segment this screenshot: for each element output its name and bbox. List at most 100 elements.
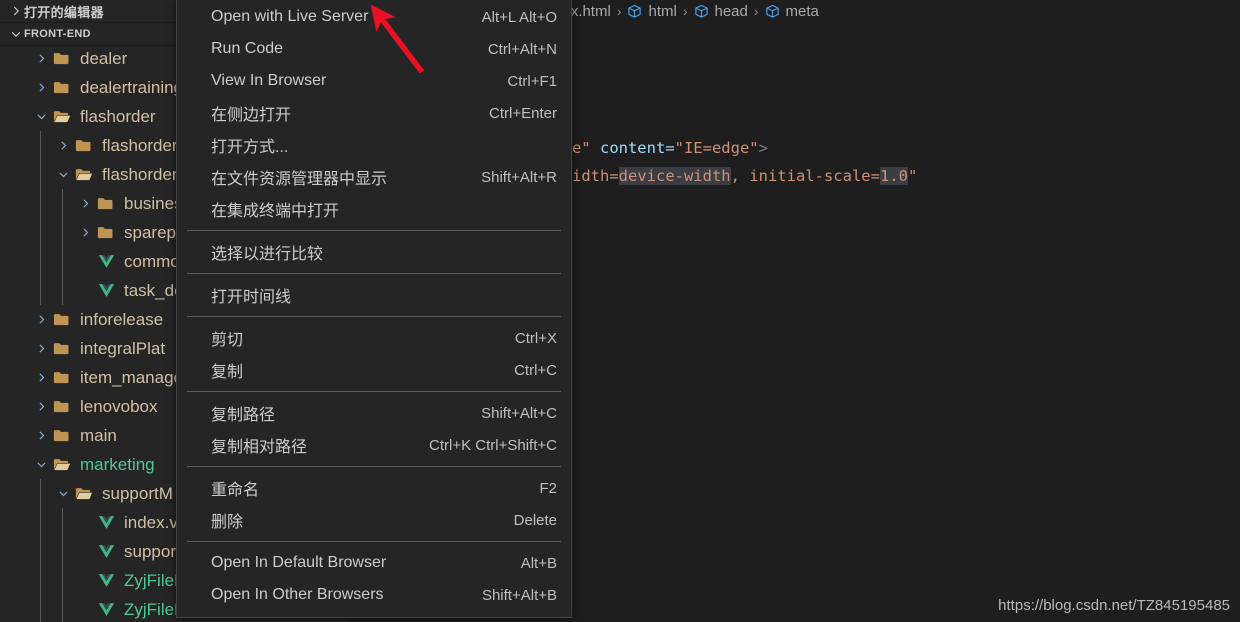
breadcrumb-item[interactable]: html — [627, 3, 676, 20]
watermark-text: https://blog.csdn.net/TZ845195485 — [998, 597, 1230, 614]
tree-item-label: dealer — [80, 49, 127, 69]
menu-item-label: 选择以进行比较 — [211, 240, 539, 264]
menu-item-label: 在侧边打开 — [211, 101, 471, 125]
menu-item-[interactable]: 在侧边打开 Ctrl+Enter — [177, 97, 571, 129]
workspace-label: FRONT-END — [24, 28, 91, 40]
menu-item-label: 复制路径 — [211, 401, 463, 425]
menu-item-shortcut: Delete — [514, 512, 557, 529]
chevron-right-icon[interactable] — [76, 226, 94, 239]
menu-separator — [187, 541, 561, 542]
menu-item-[interactable]: 在文件资源管理器中显示Shift+Alt+R — [177, 161, 571, 193]
menu-item-label: 复制相对路径 — [211, 433, 411, 457]
menu-item-shortcut: Alt+L Alt+O — [482, 9, 557, 26]
code-token: " — [908, 167, 917, 185]
menu-item-shortcut: Ctrl+Enter — [489, 105, 557, 122]
menu-item-label: Run Code — [211, 40, 470, 58]
folder-open-icon — [72, 484, 96, 504]
menu-item-label: 打开时间线 — [211, 283, 539, 307]
vue-file-icon — [94, 252, 118, 272]
tree-item-label: lenovobox — [80, 397, 158, 417]
menu-separator — [187, 391, 561, 392]
code-selection-highlight: 1.0 — [880, 167, 908, 185]
symbol-field-icon — [765, 4, 780, 19]
menu-item-[interactable]: 选择以进行比较 — [177, 236, 571, 268]
menu-item-[interactable]: 删除 Delete — [177, 504, 571, 536]
chevron-right-icon[interactable] — [32, 400, 50, 413]
chevron-right-icon[interactable] — [32, 313, 50, 326]
menu-item-shortcut: Ctrl+Alt+N — [488, 41, 557, 58]
menu-item-label: 打开方式... — [211, 133, 539, 157]
menu-item-[interactable]: 重命名 F2 — [177, 472, 571, 504]
menu-item-open-in-default-browser[interactable]: Open In Default BrowserAlt+B — [177, 547, 571, 579]
chevron-right-icon[interactable] — [32, 371, 50, 384]
menu-item-open-in-other-browsers[interactable]: Open In Other Browsers Shift+Alt+B — [177, 579, 571, 611]
folder-icon — [50, 397, 74, 417]
chevron-right-icon[interactable] — [76, 197, 94, 210]
chevron-down-icon[interactable] — [8, 26, 24, 42]
menu-item-shortcut: Shift+Alt+C — [481, 405, 557, 422]
breadcrumb-item[interactable]: head — [694, 3, 748, 20]
menu-item-shortcut: F2 — [539, 480, 557, 497]
chevron-right-icon[interactable] — [32, 52, 50, 65]
chevron-right-icon[interactable] — [54, 139, 72, 152]
menu-item-[interactable]: 在集成终端中打开 — [177, 193, 571, 225]
menu-item-[interactable]: 打开方式... — [177, 129, 571, 161]
tree-item-label: item_manage — [80, 368, 183, 388]
tree-item-label: supportM — [102, 484, 173, 504]
breadcrumb-separator-icon: › — [748, 3, 765, 19]
chevron-down-icon[interactable] — [54, 487, 72, 500]
chevron-down-icon[interactable] — [32, 110, 50, 123]
menu-separator — [187, 230, 561, 231]
folder-icon — [50, 339, 74, 359]
folder-open-icon — [50, 455, 74, 475]
tree-item-label: inforelease — [80, 310, 163, 330]
folder-icon — [50, 49, 74, 69]
menu-item-shortcut: Ctrl+C — [514, 362, 557, 379]
menu-item-view-in-browser[interactable]: View In Browser Ctrl+F1 — [177, 65, 571, 97]
folder-icon — [50, 426, 74, 446]
menu-item-run-code[interactable]: Run Code Ctrl+Alt+N — [177, 33, 571, 65]
folder-open-icon — [72, 165, 96, 185]
tree-item-label: marketing — [80, 455, 155, 475]
tree-item-label: main — [80, 426, 117, 446]
menu-item-label: Open In Other Browsers — [211, 586, 464, 604]
menu-item-[interactable]: 打开时间线 — [177, 279, 571, 311]
vue-file-icon — [94, 571, 118, 591]
menu-item-label: 重命名 — [211, 476, 521, 500]
chevron-right-icon[interactable] — [32, 81, 50, 94]
menu-item-label: 在文件资源管理器中显示 — [211, 165, 463, 189]
menu-item-shortcut: Ctrl+F1 — [507, 73, 557, 90]
tree-item-label: flashorder — [102, 136, 178, 156]
breadcrumb-label: meta — [786, 3, 819, 20]
breadcrumb-label: head — [715, 3, 748, 20]
code-token — [591, 139, 600, 157]
breadcrumb-separator-icon: › — [677, 3, 694, 19]
chevron-down-icon[interactable] — [54, 168, 72, 181]
menu-separator — [187, 316, 561, 317]
code-token: > — [759, 139, 768, 157]
vue-file-icon — [94, 542, 118, 562]
menu-item-[interactable]: 复制路径 Shift+Alt+C — [177, 397, 571, 429]
folder-icon — [94, 194, 118, 214]
folder-icon — [94, 223, 118, 243]
code-token: content= — [600, 139, 675, 157]
menu-item-[interactable]: 复制Ctrl+C — [177, 354, 571, 386]
menu-item-[interactable]: 复制相对路径Ctrl+K Ctrl+Shift+C — [177, 429, 571, 461]
breadcrumb-separator-icon: › — [611, 3, 628, 19]
open-editors-label: 打开的编辑器 — [24, 2, 104, 21]
menu-item-[interactable]: 剪切Ctrl+X — [177, 322, 571, 354]
tree-item-label: flashorder — [80, 107, 156, 127]
menu-separator — [187, 273, 561, 274]
menu-item-label: View In Browser — [211, 72, 489, 90]
context-menu[interactable]: Open with Live ServerAlt+L Alt+ORun Code… — [176, 0, 572, 618]
chevron-right-icon[interactable] — [32, 342, 50, 355]
breadcrumb-item[interactable]: meta — [765, 3, 819, 20]
menu-item-label: 删除 — [211, 508, 496, 532]
menu-item-shortcut: Shift+Alt+B — [482, 587, 557, 604]
chevron-down-icon[interactable] — [32, 458, 50, 471]
chevron-right-icon[interactable] — [8, 3, 24, 19]
folder-icon — [50, 368, 74, 388]
menu-item-open-with-live-server[interactable]: Open with Live ServerAlt+L Alt+O — [177, 1, 571, 33]
breadcrumb-label: html — [648, 3, 676, 20]
chevron-right-icon[interactable] — [32, 429, 50, 442]
